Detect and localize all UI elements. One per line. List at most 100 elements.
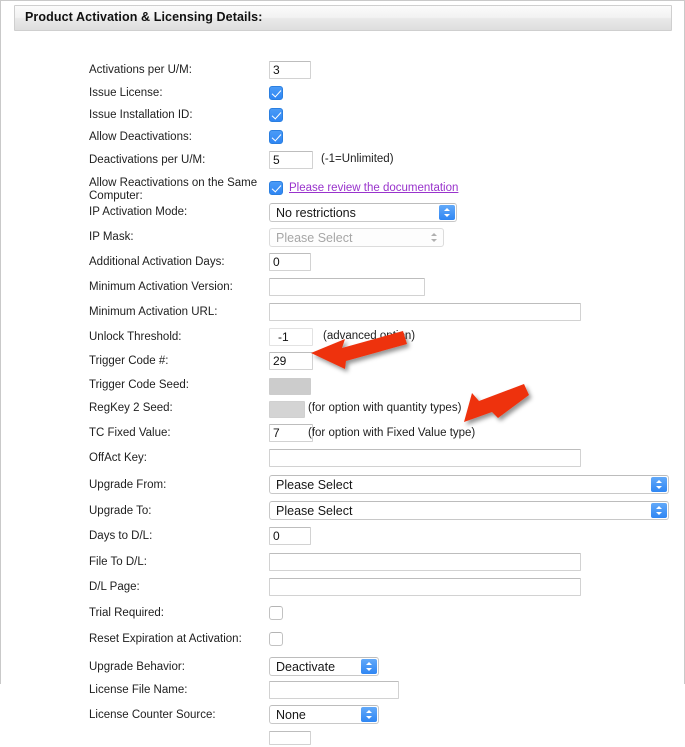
label-license-file-name: License File Name: bbox=[89, 684, 188, 696]
row-minimum-activation-version: Minimum Activation Version: bbox=[1, 278, 685, 303]
row-trial-required: Trial Required: bbox=[1, 605, 685, 631]
issue-license-checkbox[interactable] bbox=[269, 86, 283, 100]
label-activations-per-um: Activations per U/M: bbox=[89, 64, 192, 76]
upgrade-to-select[interactable]: Please Select bbox=[269, 501, 669, 520]
label-issue-license: Issue License: bbox=[89, 87, 163, 99]
row-ip-activation-mode: IP Activation Mode: No restrictions bbox=[1, 203, 685, 228]
label-ip-activation-mode: IP Activation Mode: bbox=[89, 206, 188, 218]
ip-mask-value: Please Select bbox=[276, 231, 353, 245]
label-tc-fixed-value: TC Fixed Value: bbox=[89, 427, 171, 439]
label-issue-installation-id: Issue Installation ID: bbox=[89, 109, 193, 121]
page-title: Product Activation & Licensing Details: bbox=[25, 10, 263, 24]
chevron-updown-icon bbox=[651, 503, 667, 518]
row-upgrade-from: Upgrade From: Please Select bbox=[1, 475, 685, 501]
row-issue-installation-id: Issue Installation ID: bbox=[1, 107, 685, 129]
label-trigger-code-seed: Trigger Code Seed: bbox=[89, 379, 189, 391]
chevron-updown-icon bbox=[426, 230, 442, 245]
chevron-updown-icon bbox=[439, 205, 455, 220]
row-trigger-code-number: Trigger Code #: bbox=[1, 352, 685, 376]
label-trigger-code-number: Trigger Code #: bbox=[89, 355, 169, 367]
ip-activation-mode-select[interactable]: No restrictions bbox=[269, 203, 457, 222]
trigger-code-seed-input bbox=[269, 377, 311, 395]
row-allow-reactivations: Allow Reactivations on the Same Computer… bbox=[1, 176, 685, 203]
reset-expiration-checkbox[interactable] bbox=[269, 632, 283, 646]
label-deactivations-per-um: Deactivations per U/M: bbox=[89, 154, 206, 166]
hint-deactivations-unlimited: (-1=Unlimited) bbox=[321, 153, 394, 165]
days-to-dl-input[interactable] bbox=[269, 527, 311, 545]
allow-reactivations-checkbox[interactable] bbox=[269, 181, 283, 195]
row-days-to-dl: Days to D/L: bbox=[1, 527, 685, 553]
issue-installation-id-checkbox[interactable] bbox=[269, 108, 283, 122]
ip-activation-mode-value: No restrictions bbox=[276, 206, 356, 220]
row-trigger-code-seed: Trigger Code Seed: bbox=[1, 376, 685, 399]
deactivations-per-um-input[interactable] bbox=[269, 151, 313, 169]
trigger-code-number-input[interactable] bbox=[269, 352, 313, 370]
label-days-to-dl: Days to D/L: bbox=[89, 530, 153, 542]
allow-deactivations-checkbox[interactable] bbox=[269, 130, 283, 144]
row-offact-key: OffAct Key: bbox=[1, 449, 685, 475]
chevron-updown-icon bbox=[361, 707, 377, 722]
activation-licensing-page: Product Activation & Licensing Details: … bbox=[0, 0, 685, 745]
label-license-counter-source: License Counter Source: bbox=[89, 709, 216, 721]
row-partial-bottom bbox=[1, 729, 685, 745]
row-deactivations-per-um: Deactivations per U/M: (-1=Unlimited) bbox=[1, 151, 685, 176]
row-file-to-dl: File To D/L: bbox=[1, 553, 685, 578]
row-upgrade-behavior: Upgrade Behavior: Deactivate bbox=[1, 657, 685, 681]
section-header: Product Activation & Licensing Details: bbox=[14, 5, 672, 31]
label-file-to-dl: File To D/L: bbox=[89, 556, 147, 568]
row-allow-deactivations: Allow Deactivations: bbox=[1, 129, 685, 151]
label-ip-mask: IP Mask: bbox=[89, 231, 134, 243]
label-regkey2-seed: RegKey 2 Seed: bbox=[89, 402, 173, 414]
licensing-form: Activations per U/M: Issue License: Issu… bbox=[1, 61, 685, 745]
row-dl-page: D/L Page: bbox=[1, 578, 685, 605]
label-offact-key: OffAct Key: bbox=[89, 452, 147, 464]
trial-required-checkbox[interactable] bbox=[269, 606, 283, 620]
label-additional-activation-days: Additional Activation Days: bbox=[89, 256, 225, 268]
license-counter-source-value: None bbox=[276, 708, 306, 722]
unlock-threshold-input[interactable] bbox=[269, 328, 313, 346]
row-ip-mask: IP Mask: Please Select bbox=[1, 228, 685, 253]
file-to-dl-input[interactable] bbox=[269, 553, 581, 571]
upgrade-from-select[interactable]: Please Select bbox=[269, 475, 669, 494]
label-allow-deactivations: Allow Deactivations: bbox=[89, 131, 192, 143]
upgrade-behavior-value: Deactivate bbox=[276, 660, 336, 674]
row-upgrade-to: Upgrade To: Please Select bbox=[1, 501, 685, 527]
upgrade-behavior-select[interactable]: Deactivate bbox=[269, 657, 379, 676]
hint-unlock-threshold: (advanced option) bbox=[323, 330, 416, 342]
label-upgrade-to: Upgrade To: bbox=[89, 505, 152, 517]
partial-bottom-input[interactable] bbox=[269, 731, 311, 745]
additional-activation-days-input[interactable] bbox=[269, 253, 311, 271]
row-regkey2-seed: RegKey 2 Seed: (for option with quantity… bbox=[1, 399, 685, 424]
ip-mask-select[interactable]: Please Select bbox=[269, 228, 444, 247]
label-upgrade-behavior: Upgrade Behavior: bbox=[89, 661, 185, 673]
label-minimum-activation-version: Minimum Activation Version: bbox=[89, 281, 233, 293]
row-reset-expiration: Reset Expiration at Activation: bbox=[1, 631, 685, 657]
label-reset-expiration: Reset Expiration at Activation: bbox=[89, 633, 242, 645]
row-license-counter-source: License Counter Source: None bbox=[1, 705, 685, 729]
regkey2-seed-input bbox=[269, 400, 305, 418]
row-license-file-name: License File Name: bbox=[1, 681, 685, 705]
license-counter-source-select[interactable]: None bbox=[269, 705, 379, 724]
dl-page-input[interactable] bbox=[269, 578, 581, 596]
row-unlock-threshold: Unlock Threshold: (advanced option) bbox=[1, 328, 685, 352]
label-allow-reactivations: Allow Reactivations on the Same Computer… bbox=[89, 177, 258, 202]
minimum-activation-version-input[interactable] bbox=[269, 278, 425, 296]
row-additional-activation-days: Additional Activation Days: bbox=[1, 253, 685, 278]
activations-per-um-input[interactable] bbox=[269, 61, 311, 79]
documentation-link[interactable]: Please review the documentation bbox=[289, 182, 458, 194]
chevron-updown-icon bbox=[361, 659, 377, 674]
label-upgrade-from: Upgrade From: bbox=[89, 479, 167, 491]
label-trial-required: Trial Required: bbox=[89, 607, 164, 619]
label-unlock-threshold: Unlock Threshold: bbox=[89, 331, 182, 343]
row-issue-license: Issue License: bbox=[1, 85, 685, 107]
row-minimum-activation-url: Minimum Activation URL: bbox=[1, 303, 685, 328]
tc-fixed-value-input[interactable] bbox=[269, 424, 313, 442]
minimum-activation-url-input[interactable] bbox=[269, 303, 581, 321]
upgrade-from-value: Please Select bbox=[276, 478, 353, 492]
offact-key-input[interactable] bbox=[269, 449, 581, 467]
row-tc-fixed-value: TC Fixed Value: (for option with Fixed V… bbox=[1, 424, 685, 449]
hint-regkey2-seed: (for option with quantity types) bbox=[308, 402, 462, 414]
chevron-updown-icon bbox=[651, 477, 667, 492]
label-dl-page: D/L Page: bbox=[89, 581, 140, 593]
upgrade-to-value: Please Select bbox=[276, 504, 353, 518]
